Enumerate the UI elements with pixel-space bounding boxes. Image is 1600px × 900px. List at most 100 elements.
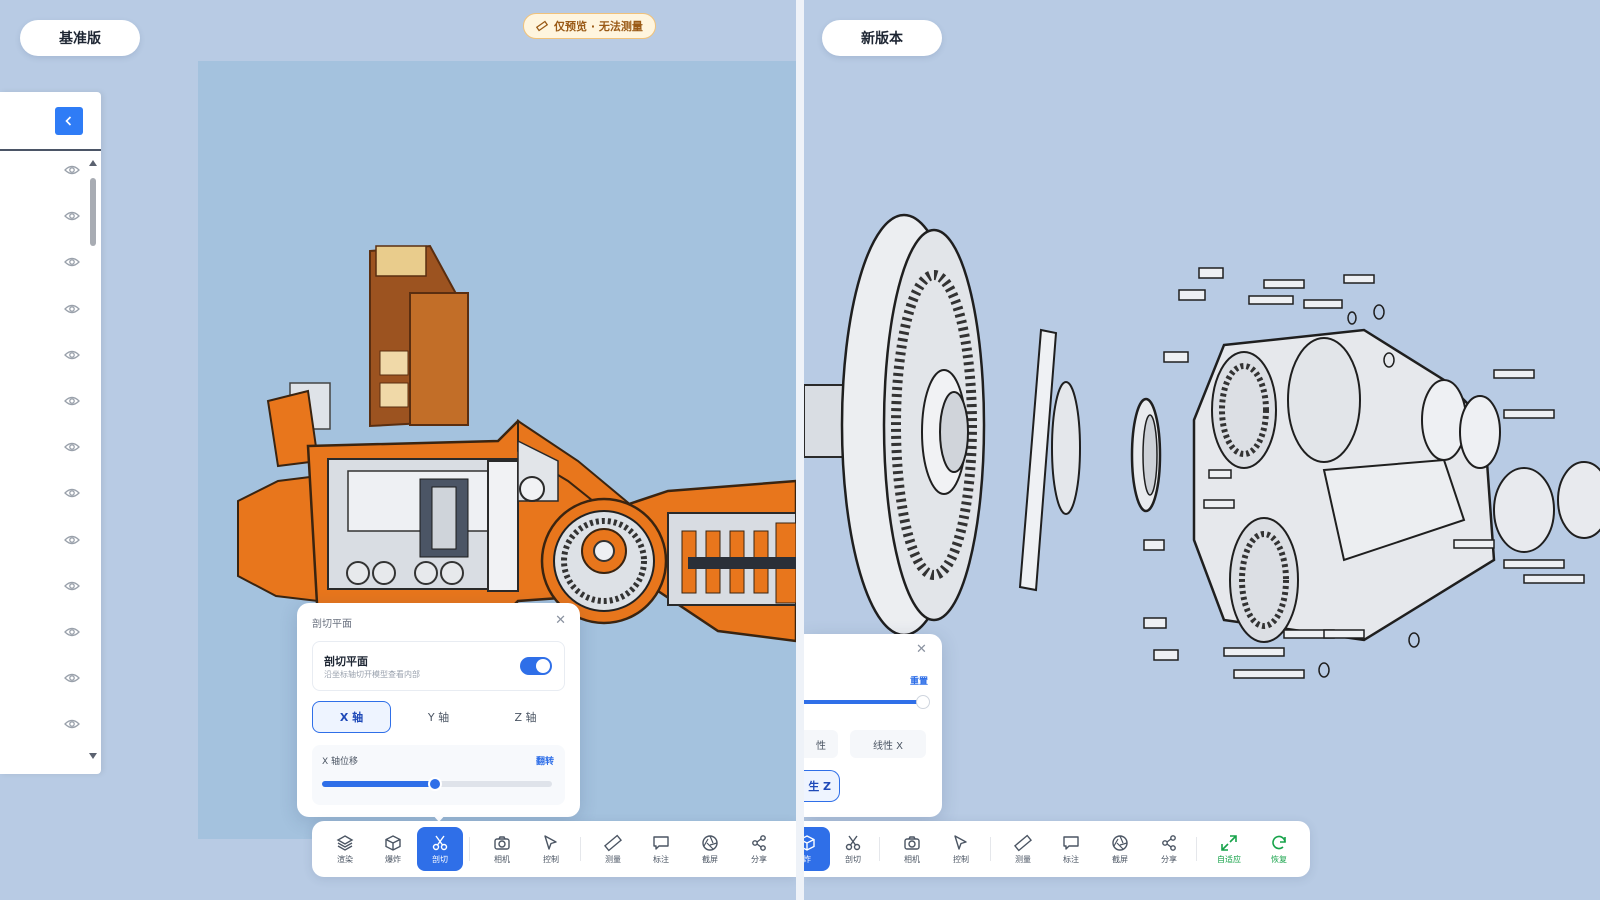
tool-aperture[interactable]: 截屏 [687, 827, 733, 871]
share-icon [1162, 834, 1176, 851]
eye-icon[interactable] [64, 534, 80, 546]
panel-divider [0, 149, 101, 151]
tool-expand[interactable]: 自适应 [1206, 827, 1252, 871]
tool-refresh[interactable]: 恢复 [1256, 827, 1302, 871]
tool-label: 分享 [751, 854, 767, 864]
new-version-toolbar: 炸 剖切 相机 控制 测量 标注 截屏 分享 自适应 恢复 [804, 821, 1310, 877]
tool-comment[interactable]: 标注 [1048, 827, 1094, 871]
axis-z-button[interactable]: Z 轴 [486, 701, 565, 733]
tool-layers[interactable]: 渲染 [322, 827, 368, 871]
close-icon[interactable]: ✕ [916, 642, 927, 657]
section-plane-toggle[interactable] [520, 657, 552, 675]
tool-label: 相机 [904, 854, 920, 864]
tool-pointer[interactable]: 控制 [938, 827, 984, 871]
tool-label: 测量 [1015, 854, 1031, 864]
eye-icon[interactable] [64, 580, 80, 592]
tool-label: 控制 [953, 854, 969, 864]
axis-offset-label: X 轴位移 [322, 757, 359, 767]
eye-icon[interactable] [64, 718, 80, 730]
tool-label: 剖切 [432, 854, 448, 864]
cube-icon [804, 834, 815, 851]
tool-label: 测量 [605, 854, 621, 864]
scissors-icon [432, 835, 448, 850]
toggle-knob [536, 659, 550, 673]
toolbar-separator [580, 837, 581, 861]
reset-link[interactable]: 重置 [910, 674, 928, 687]
axis-selector: X 轴 Y 轴 Z 轴 [312, 701, 565, 735]
ruler-icon [604, 834, 622, 851]
chevron-left-icon [65, 116, 72, 126]
scroll-down-arrow[interactable] [89, 753, 97, 759]
slider-knob[interactable] [916, 695, 930, 709]
pointer-icon [954, 834, 967, 850]
toolbar-separator [879, 837, 880, 861]
eye-icon[interactable] [64, 672, 80, 684]
scroll-up-arrow[interactable] [89, 160, 97, 166]
layer-panel [0, 92, 101, 774]
new-version-pane: 新版本 ✕ 重置 性 线性 X 生 Z 炸 剖切 相机 控制 测量 标注 截屏 … [804, 0, 1600, 900]
eye-icon[interactable] [64, 395, 80, 407]
tool-label: 控制 [543, 854, 559, 864]
tool-label: 标注 [1063, 854, 1079, 864]
option-selected-z[interactable]: 生 Z [804, 770, 840, 802]
scroll-thumb[interactable] [90, 178, 96, 246]
eye-icon[interactable] [64, 349, 80, 361]
layers-icon [336, 834, 354, 851]
eye-icon[interactable] [64, 164, 80, 176]
scissors-icon [845, 835, 861, 850]
toolbar-separator [1196, 837, 1197, 861]
axis-slider[interactable] [804, 700, 924, 704]
axis-x-button[interactable]: X 轴 [312, 701, 391, 733]
tool-camera[interactable]: 相机 [479, 827, 525, 871]
slider-fill [322, 781, 435, 787]
preview-only-badge: 仅预览 · 无法测量 [523, 13, 656, 39]
tool-label: 截屏 [702, 854, 718, 864]
expand-icon [1221, 834, 1237, 851]
tool-cube[interactable]: 炸 [804, 827, 830, 871]
collapse-panel-button[interactable] [55, 107, 83, 135]
tool-comment[interactable]: 标注 [638, 827, 684, 871]
axis-offset-slider[interactable] [322, 777, 552, 791]
eye-icon[interactable] [64, 210, 80, 222]
baseline-version-label: 基准版 [20, 20, 140, 56]
tool-ruler[interactable]: 测量 [1000, 827, 1046, 871]
tool-label: 截屏 [1112, 854, 1128, 864]
tool-aperture[interactable]: 截屏 [1097, 827, 1143, 871]
eye-icon[interactable] [64, 626, 80, 638]
tool-pointer[interactable]: 控制 [528, 827, 574, 871]
comment-icon [1063, 835, 1079, 850]
section-plane-description: 沿坐标轴切开模型查看内部 [324, 670, 420, 679]
flip-link[interactable]: 翻转 [536, 754, 554, 767]
eye-icon[interactable] [64, 256, 80, 268]
section-plane-popup: 剖切平面 ✕ 剖切平面 沿坐标轴切开模型查看内部 X 轴 Y 轴 Z 轴 X 轴… [297, 603, 580, 817]
ruler-icon [536, 20, 548, 32]
tool-scissors[interactable]: 剖切 [417, 827, 463, 871]
eye-icon[interactable] [64, 441, 80, 453]
option-partial[interactable]: 性 [804, 730, 838, 758]
tool-share[interactable]: 分享 [1146, 827, 1192, 871]
popup-title: 剖切平面 [312, 619, 352, 630]
tool-scissors[interactable]: 剖切 [830, 827, 876, 871]
tool-camera[interactable]: 相机 [889, 827, 935, 871]
option-linear-x[interactable]: 线性 X [850, 730, 926, 758]
tool-ruler[interactable]: 测量 [590, 827, 636, 871]
axis-y-button[interactable]: Y 轴 [399, 701, 478, 733]
axis-offset-card: X 轴位移 翻转 [312, 745, 565, 805]
preview-badge-text: 仅预览 · 无法测量 [554, 20, 643, 33]
aperture-icon [702, 834, 718, 851]
section-plane-label: 剖切平面 [324, 655, 368, 668]
tool-share[interactable]: 分享 [736, 827, 782, 871]
eye-icon[interactable] [64, 487, 80, 499]
tool-cube[interactable]: 爆炸 [370, 827, 416, 871]
camera-icon [494, 835, 510, 850]
layer-panel-scrollbar[interactable] [89, 160, 97, 760]
share-icon [752, 834, 766, 851]
pointer-icon [544, 834, 557, 850]
toolbar-separator [469, 837, 470, 861]
slider-knob[interactable] [427, 777, 442, 791]
tool-label: 相机 [494, 854, 510, 864]
refresh-icon [1272, 835, 1286, 849]
tool-label: 爆炸 [385, 854, 401, 864]
eye-icon[interactable] [64, 303, 80, 315]
close-icon[interactable]: ✕ [555, 613, 566, 628]
